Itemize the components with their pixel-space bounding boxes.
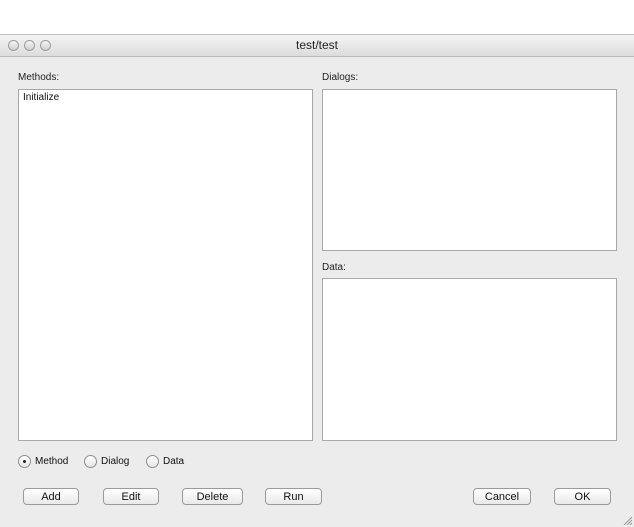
radio-data[interactable]: Data	[146, 453, 184, 469]
data-label: Data:	[322, 262, 346, 273]
radio-button[interactable]	[146, 454, 159, 468]
edit-button[interactable]: Edit	[103, 488, 159, 505]
radio-dialog[interactable]: Dialog	[84, 453, 129, 469]
dialogs-label: Dialogs:	[322, 72, 359, 83]
cancel-button[interactable]: Cancel	[473, 488, 531, 505]
dialogs-list[interactable]	[322, 89, 617, 251]
radio-button-checked[interactable]	[18, 454, 31, 468]
radio-method[interactable]: Method	[18, 453, 68, 469]
main-window: test/test Methods: Initialize Dialogs: D…	[0, 34, 634, 527]
methods-label: Methods:	[18, 72, 60, 83]
title-bar: test/test	[0, 35, 634, 57]
run-button[interactable]: Run	[265, 488, 322, 505]
radio-button[interactable]	[84, 454, 97, 468]
data-list[interactable]	[322, 278, 617, 441]
resize-grip-icon[interactable]	[622, 515, 632, 525]
list-item[interactable]: Initialize	[19, 90, 312, 105]
ok-button[interactable]: OK	[554, 488, 611, 505]
delete-button[interactable]: Delete	[182, 488, 243, 505]
methods-list[interactable]: Initialize	[18, 89, 313, 441]
add-button[interactable]: Add	[23, 488, 79, 505]
window-title: test/test	[295, 38, 339, 52]
radio-data-label: Data	[163, 455, 185, 467]
radio-method-label: Method	[35, 455, 69, 467]
radio-dialog-label: Dialog	[101, 455, 130, 467]
